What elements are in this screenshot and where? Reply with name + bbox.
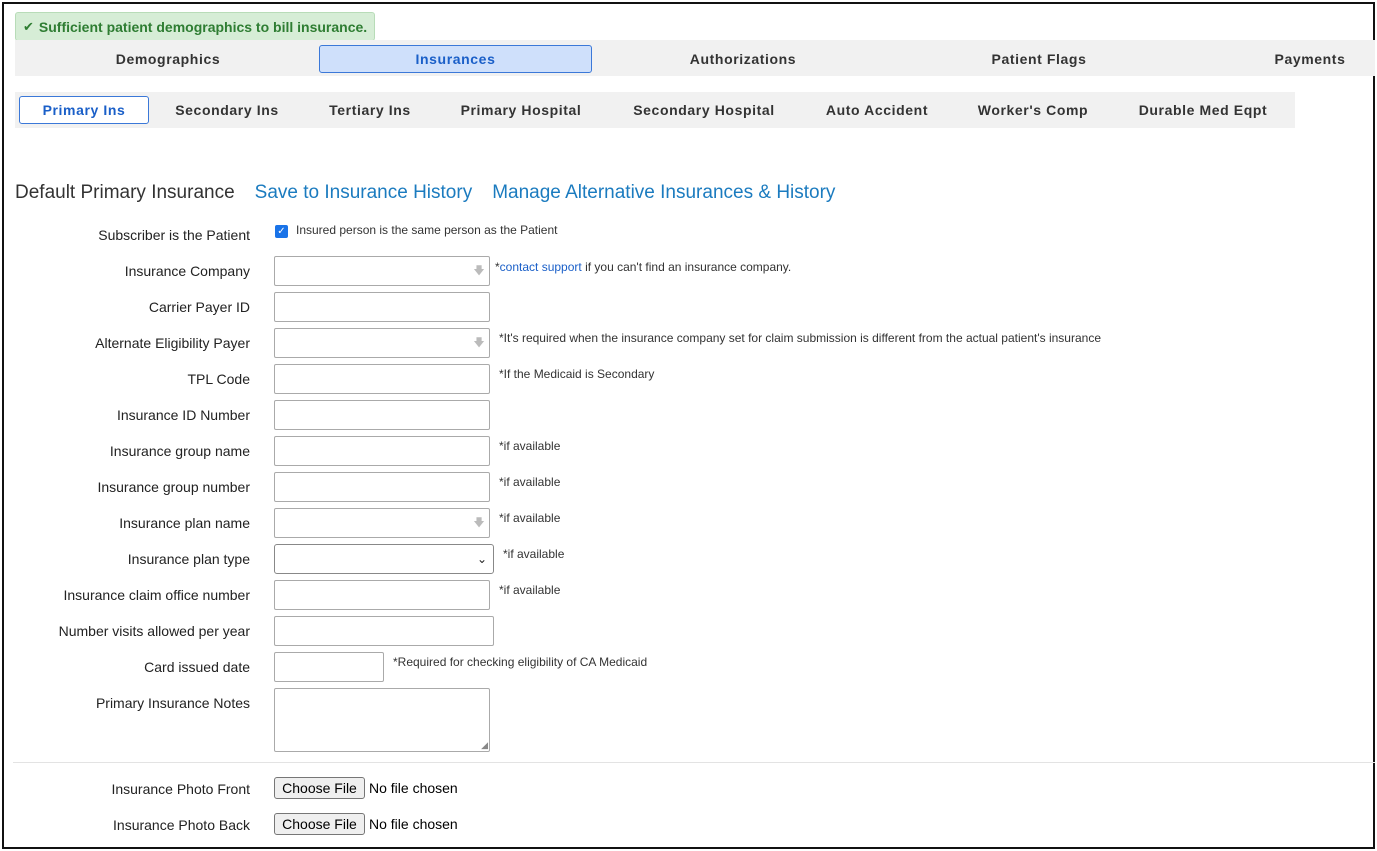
tpl-code-label: TPL Code: [187, 371, 250, 387]
section-header: Default Primary Insurance Save to Insura…: [15, 179, 855, 207]
tab-primary-hospital[interactable]: Primary Hospital: [447, 96, 595, 124]
insurance-company-combo[interactable]: 🡇: [274, 256, 490, 286]
plan-name-combo[interactable]: 🡇: [274, 508, 490, 538]
claim-office-hint: *if available: [499, 583, 561, 597]
sub-tab-bar: Primary Ins Secondary Ins Tertiary Ins P…: [15, 92, 1295, 128]
page-title: Default Primary Insurance: [15, 182, 235, 203]
arrow-down-icon: 🡇: [473, 517, 485, 529]
contact-support-link[interactable]: contact support: [500, 260, 582, 274]
tpl-code-input[interactable]: [274, 364, 490, 394]
carrier-payer-id-label: Carrier Payer ID: [148, 299, 250, 315]
plan-type-label: Insurance plan type: [127, 551, 250, 567]
tab-payments[interactable]: Payments: [1245, 45, 1375, 73]
group-number-label: Insurance group number: [97, 479, 250, 495]
tab-authorizations[interactable]: Authorizations: [605, 45, 881, 73]
group-number-input[interactable]: [274, 472, 490, 502]
tab-insurances[interactable]: Insurances: [319, 45, 592, 73]
checkmark-icon: ✓: [277, 226, 286, 237]
main-tab-bar: Demographics Insurances Authorizations P…: [15, 40, 1375, 76]
card-issued-date-hint: *Required for checking eligibility of CA…: [393, 655, 648, 669]
tab-durable-med-eqpt[interactable]: Durable Med Eqpt: [1125, 96, 1281, 124]
group-name-hint: *if available: [499, 439, 561, 453]
insurance-id-input[interactable]: [274, 400, 490, 430]
tab-patient-flags[interactable]: Patient Flags: [895, 45, 1183, 73]
divider: [13, 762, 1375, 763]
check-icon: ✔: [23, 18, 34, 34]
tab-auto-accident[interactable]: Auto Accident: [813, 96, 941, 124]
alt-eligibility-payer-combo[interactable]: 🡇: [274, 328, 490, 358]
tab-workers-comp[interactable]: Worker's Comp: [962, 96, 1104, 124]
visits-allowed-label: Number visits allowed per year: [58, 623, 250, 639]
card-issued-date-label: Card issued date: [144, 659, 250, 675]
tab-primary-ins[interactable]: Primary Ins: [19, 96, 149, 124]
claim-office-input[interactable]: [274, 580, 490, 610]
tpl-code-hint: *If the Medicaid is Secondary: [499, 367, 655, 381]
group-name-label: Insurance group name: [109, 443, 250, 459]
photo-front-status: No file chosen: [369, 780, 458, 796]
insurance-id-label: Insurance ID Number: [116, 407, 250, 423]
subscriber-label: Subscriber is the Patient: [98, 227, 250, 243]
alt-eligibility-payer-hint: *It's required when the insurance compan…: [499, 331, 1101, 345]
photo-front-label: Insurance Photo Front: [111, 781, 250, 797]
insurance-page: ✔ Sufficient patient demographics to bil…: [2, 2, 1375, 849]
manage-alt-insurances-link[interactable]: Manage Alternative Insurances & History: [492, 182, 835, 204]
notes-textarea[interactable]: ◢: [274, 688, 490, 752]
carrier-payer-id-input[interactable]: [274, 292, 490, 322]
notes-label: Primary Insurance Notes: [95, 695, 250, 711]
tab-tertiary-ins[interactable]: Tertiary Ins: [315, 96, 425, 124]
plan-name-label: Insurance plan name: [119, 515, 250, 531]
tab-secondary-hospital[interactable]: Secondary Hospital: [615, 96, 793, 124]
tab-secondary-ins[interactable]: Secondary Ins: [165, 96, 289, 124]
arrow-down-icon: 🡇: [473, 265, 485, 277]
chevron-down-icon: ⌄: [476, 552, 487, 566]
photo-front-choose-button[interactable]: Choose File: [274, 777, 365, 799]
save-to-history-link[interactable]: Save to Insurance History: [255, 182, 473, 204]
arrow-down-icon: 🡇: [473, 337, 485, 349]
plan-type-hint: *if available: [503, 547, 565, 561]
success-alert: ✔ Sufficient patient demographics to bil…: [15, 12, 375, 41]
card-issued-date-input[interactable]: [274, 652, 384, 682]
photo-back-choose-button[interactable]: Choose File: [274, 813, 365, 835]
subscriber-checkbox-label: Insured person is the same person as the…: [296, 223, 558, 237]
alt-eligibility-payer-label: Alternate Eligibility Payer: [95, 335, 250, 351]
insurance-company-label: Insurance Company: [124, 263, 250, 279]
claim-office-label: Insurance claim office number: [63, 587, 251, 603]
group-number-hint: *if available: [499, 475, 561, 489]
insurance-company-hint: *contact support if you can't find an in…: [495, 260, 791, 274]
tab-demographics[interactable]: Demographics: [15, 45, 321, 73]
photo-back-label: Insurance Photo Back: [113, 817, 250, 833]
alert-text: Sufficient patient demographics to bill …: [38, 18, 368, 35]
visits-allowed-input[interactable]: [274, 616, 494, 646]
plan-type-select[interactable]: ⌄: [274, 544, 494, 574]
photo-back-status: No file chosen: [369, 816, 458, 832]
group-name-input[interactable]: [274, 436, 490, 466]
subscriber-checkbox[interactable]: ✓: [275, 225, 288, 238]
resize-grip-icon[interactable]: ◢: [481, 741, 488, 750]
hint-suffix: if you can't find an insurance company.: [581, 260, 792, 274]
plan-name-hint: *if available: [499, 511, 561, 525]
